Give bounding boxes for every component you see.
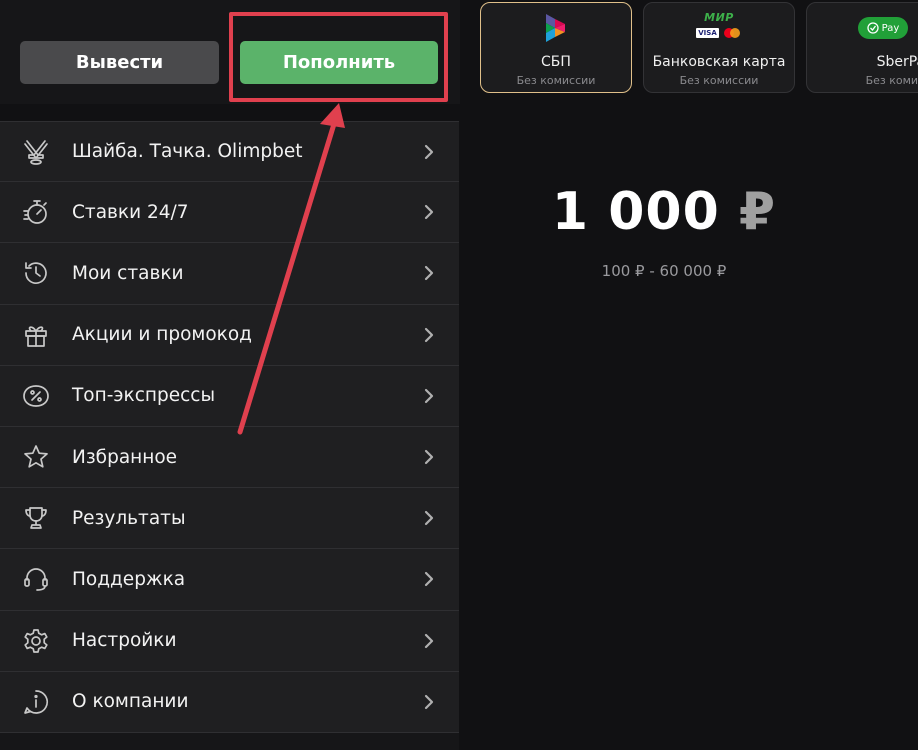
- menu-item-label: О компании: [72, 691, 189, 713]
- payment-method-title: СБП: [541, 54, 571, 70]
- menu-item-about[interactable]: О компании: [0, 671, 459, 733]
- account-actions-area: Вывести Пополнить: [0, 0, 460, 104]
- headset-icon: [21, 564, 51, 594]
- menu-item-label: Результаты: [72, 507, 186, 529]
- amount-value: 1 000: [551, 182, 720, 242]
- trophy-icon: [21, 503, 51, 533]
- payment-method-subtitle: Без комиссии: [516, 74, 596, 87]
- payment-panel: СБП Без комиссии МИР VISA Банковская кар…: [460, 0, 918, 750]
- menu-item-results[interactable]: Результаты: [0, 488, 459, 550]
- side-menu-panel: Вывести Пополнить Шайба. Тачка. Olimpbet…: [0, 0, 460, 750]
- history-icon: [21, 258, 51, 288]
- menu-item-settings[interactable]: Настройки: [0, 610, 459, 672]
- chevron-right-icon: [423, 265, 435, 281]
- chevron-right-icon: [423, 144, 435, 160]
- menu-item-bets-24-7[interactable]: Ставки 24/7: [0, 182, 459, 244]
- hockey-sticks-icon: [21, 137, 51, 167]
- chevron-right-icon: [423, 633, 435, 649]
- menu-item-my-bets[interactable]: Мои ставки: [0, 243, 459, 305]
- star-icon: [21, 442, 51, 472]
- payment-method-bank-card[interactable]: МИР VISA Банковская карта Без комиссии: [643, 2, 795, 93]
- mastercard-logo: [723, 28, 740, 38]
- info-icon: [21, 687, 51, 717]
- menu-item-label: Топ-экспрессы: [72, 385, 216, 407]
- menu-item-hockey[interactable]: Шайба. Тачка. Olimpbet: [0, 121, 459, 183]
- menu-item-label: Избранное: [72, 446, 178, 468]
- menu-item-top-express[interactable]: Топ-экспрессы: [0, 365, 459, 427]
- menu-item-label: Настройки: [72, 630, 177, 652]
- menu-item-label: Поддержка: [72, 568, 186, 590]
- chevron-right-icon: [423, 694, 435, 710]
- menu-item-label: Мои ставки: [72, 262, 184, 284]
- chevron-right-icon: [423, 510, 435, 526]
- payment-method-title: SberPay: [876, 54, 918, 70]
- menu-item-promotions[interactable]: Акции и промокод: [0, 304, 459, 366]
- menu-item-support[interactable]: Поддержка: [0, 549, 459, 611]
- gift-icon: [21, 320, 51, 350]
- chevron-right-icon: [423, 388, 435, 404]
- check-circle-icon: [867, 22, 879, 34]
- payment-method-sberpay[interactable]: Pay SberPay Без комиссии: [806, 2, 918, 93]
- sbp-logo: [546, 14, 565, 42]
- payment-method-subtitle: Без комиссии: [679, 74, 759, 87]
- payment-method-title: Банковская карта: [652, 54, 786, 70]
- currency-symbol: ₽: [738, 182, 777, 242]
- gear-icon: [21, 626, 51, 656]
- mir-visa-mastercard-logo: МИР VISA: [694, 11, 744, 47]
- menu-item-favorites[interactable]: Избранное: [0, 426, 459, 489]
- chevron-right-icon: [423, 204, 435, 220]
- menu-item-label: Ставки 24/7: [72, 201, 189, 223]
- withdraw-button[interactable]: Вывести: [20, 41, 219, 84]
- percent-coupon-icon: [21, 381, 51, 411]
- stopwatch-icon: [21, 197, 51, 227]
- chevron-right-icon: [423, 449, 435, 465]
- side-menu: Шайба. Тачка. Olimpbet Ставки 24/7 Мои с…: [0, 121, 459, 733]
- mir-logo-text: МИР: [704, 11, 734, 24]
- deposit-amount[interactable]: 1 000 ₽: [460, 182, 868, 242]
- menu-footer: [0, 733, 459, 750]
- menu-item-label: Акции и промокод: [72, 324, 252, 346]
- chevron-right-icon: [423, 571, 435, 587]
- payment-method-sbp[interactable]: СБП Без комиссии: [480, 2, 632, 93]
- visa-logo: VISA: [696, 28, 719, 38]
- menu-item-label: Шайба. Тачка. Olimpbet: [72, 141, 303, 163]
- deposit-range: 100 ₽ - 60 000 ₽: [601, 262, 727, 280]
- sberpay-logo-text: Pay: [881, 22, 900, 34]
- payment-method-subtitle: Без комиссии: [865, 74, 918, 87]
- deposit-highlight-box: [229, 12, 448, 102]
- chevron-right-icon: [423, 327, 435, 343]
- sberpay-logo: Pay: [858, 17, 908, 39]
